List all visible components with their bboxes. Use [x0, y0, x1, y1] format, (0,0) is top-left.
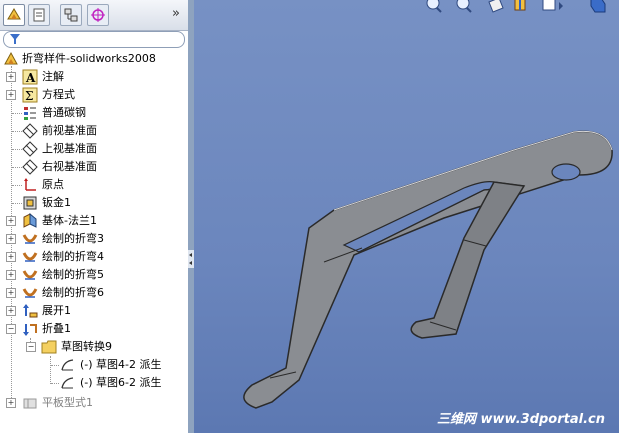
tree-item-sheet-metal[interactable]: 钣金1 [0, 194, 188, 212]
property-sheet-icon [33, 8, 45, 22]
sketch-icon [61, 359, 74, 371]
expand-toggle[interactable]: + [6, 398, 16, 408]
tree-root-label: 折弯样件-solidworks2008 [22, 52, 156, 65]
tree-item-material[interactable]: 普通碳钢 [0, 104, 188, 122]
tree-item-label: 原点 [42, 178, 64, 191]
view-heads-up-toolbar [419, 0, 619, 14]
feature-tree-icon [7, 8, 21, 20]
tree-item-label: 钣金1 [42, 196, 71, 209]
sketched-bend-icon [22, 270, 38, 280]
tree-item-sketch-4-2[interactable]: (-) 草图4-2 派生 [0, 356, 188, 374]
tree-item-fold[interactable]: − 折叠1 [0, 320, 188, 338]
plane-icon [22, 123, 38, 139]
sketched-bend-icon [22, 234, 38, 244]
zoom-to-fit-icon[interactable] [426, 0, 442, 13]
tree-item-label: 草图转换9 [61, 340, 112, 353]
filter-icon [10, 34, 20, 44]
tree-item-label: 右视基准面 [42, 160, 97, 173]
svg-text:Σ: Σ [25, 89, 33, 103]
tree-item-equations[interactable]: + Σ 方程式 [0, 86, 188, 104]
tree-filter-input[interactable] [3, 31, 185, 48]
previous-view-icon[interactable] [488, 0, 504, 13]
tree-item-label: 平板型式1 [42, 396, 93, 409]
plane-icon [22, 159, 38, 175]
tree-item-label: 绘制的折弯4 [42, 250, 104, 263]
property-manager-tab[interactable] [28, 4, 50, 26]
expand-toggle[interactable]: + [6, 234, 16, 244]
tree-item-label: 展开1 [42, 304, 71, 317]
tree-item-flat-pattern[interactable]: + 平板型式1 [0, 394, 188, 412]
configuration-icon [64, 8, 78, 22]
tree-item-sketched-bend-5[interactable]: + 绘制的折弯5 [0, 266, 188, 284]
expand-toggle[interactable]: + [6, 216, 16, 226]
tree-item-label: 上视基准面 [42, 142, 97, 155]
base-flange-icon [23, 213, 37, 228]
display-style-icon[interactable] [590, 0, 606, 13]
watermark: 三维网 www.3dportal.cn [436, 412, 605, 427]
fold-icon [23, 324, 37, 336]
tree-item-sketched-bend-4[interactable]: + 绘制的折弯4 [0, 248, 188, 266]
annotation-icon: A [22, 69, 38, 85]
svg-text:A: A [25, 71, 36, 85]
tree-item-sketch-transform[interactable]: − 草图转换9 [0, 338, 188, 356]
tree-item-label: (-) 草图4-2 派生 [80, 358, 162, 371]
tree-item-label: 普通碳钢 [42, 106, 86, 119]
unfold-icon [23, 304, 38, 318]
graphics-area[interactable] [194, 0, 619, 433]
tree-item-label: 基体-法兰1 [42, 214, 97, 227]
expand-toggle[interactable]: + [6, 252, 16, 262]
tree-item-label: 前视基准面 [42, 124, 97, 137]
expand-toggle[interactable]: + [6, 306, 16, 316]
plane-icon [22, 141, 38, 157]
dimxpert-tab[interactable] [87, 4, 109, 26]
tree-item-base-flange[interactable]: + 基体-法兰1 [0, 212, 188, 230]
configuration-manager-tab[interactable] [60, 4, 82, 26]
tree-item-top-plane[interactable]: 上视基准面 [0, 140, 188, 158]
zoom-to-area-icon[interactable] [456, 0, 472, 13]
material-icon [24, 107, 36, 120]
expand-toggle[interactable]: + [6, 270, 16, 280]
expand-toggle[interactable]: + [6, 72, 16, 82]
expand-toggle[interactable]: + [6, 288, 16, 298]
view-orientation-icon[interactable] [542, 0, 563, 11]
tree-item-label: 绘制的折弯5 [42, 268, 104, 281]
tree-item-label: (-) 草图6-2 派生 [80, 376, 162, 389]
tree-item-right-plane[interactable]: 右视基准面 [0, 158, 188, 176]
tree-item-front-plane[interactable]: 前视基准面 [0, 122, 188, 140]
more-tabs-chevron[interactable]: » [172, 6, 180, 21]
sheet-metal-part [243, 130, 613, 409]
tree-item-label: 绘制的折弯3 [42, 232, 104, 245]
part-icon [4, 51, 18, 65]
tree-item-label: 折叠1 [42, 322, 71, 335]
tree-item-origin[interactable]: 原点 [0, 176, 188, 194]
expand-toggle[interactable]: + [6, 90, 16, 100]
collapse-toggle[interactable]: − [6, 324, 16, 334]
feature-manager-panel: » 折弯样件-solidworks2008 + A 注解 + Σ 方程式 普通碳… [0, 0, 189, 433]
flat-pattern-icon [23, 398, 37, 409]
sketched-bend-icon [22, 252, 38, 262]
sketched-bend-icon [22, 288, 38, 298]
section-view-icon[interactable] [514, 0, 526, 11]
tree-item-unfold[interactable]: + 展开1 [0, 302, 188, 320]
collapse-toggle[interactable]: − [26, 342, 36, 352]
sketch-icon [61, 377, 74, 389]
crosshair-icon [91, 8, 105, 22]
panel-toolbar: » [0, 0, 188, 31]
origin-icon [24, 178, 36, 191]
sheet-metal-icon [23, 196, 37, 210]
feature-manager-tab[interactable] [3, 4, 25, 26]
tree-item-label: 绘制的折弯6 [42, 286, 104, 299]
tree-item-sketch-6-2[interactable]: (-) 草图6-2 派生 [0, 374, 188, 392]
tree-item-sketched-bend-3[interactable]: + 绘制的折弯3 [0, 230, 188, 248]
equation-icon: Σ [22, 87, 38, 103]
tree-item-annotations[interactable]: + A 注解 [0, 68, 188, 86]
tree-item-label: 方程式 [42, 88, 75, 101]
tree-item-sketched-bend-6[interactable]: + 绘制的折弯6 [0, 284, 188, 302]
tree-item-label: 注解 [42, 70, 64, 83]
tree-root[interactable]: 折弯样件-solidworks2008 [0, 50, 188, 68]
folder-icon [41, 340, 57, 354]
